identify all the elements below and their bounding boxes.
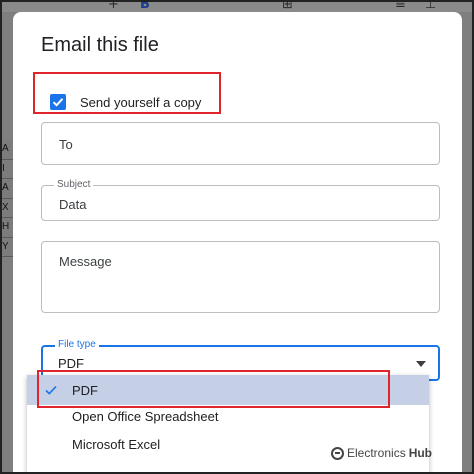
toolbar-valign-icon: ⊥ xyxy=(425,0,437,12)
row-header: A xyxy=(0,179,14,199)
message-field[interactable]: Message xyxy=(41,241,440,313)
file-type-value: PDF xyxy=(58,356,84,371)
to-placeholder: To xyxy=(59,137,73,152)
toolbar-align-icon: ≡ xyxy=(395,0,406,12)
sheet-toolbar: + B ⊞ ≡ ⊥ xyxy=(0,0,474,12)
toolbar-bold-icon: B xyxy=(140,0,150,12)
watermark-suffix: Hub xyxy=(408,446,433,460)
menu-item-label: Microsoft Excel xyxy=(72,437,161,452)
row-header: I xyxy=(0,159,14,179)
dialog-title: Email this file xyxy=(41,34,159,56)
row-header: Y xyxy=(0,237,14,257)
row-header: X xyxy=(0,198,14,218)
watermark-brand: Electronics xyxy=(347,446,406,460)
subject-label: Subject xyxy=(54,179,94,191)
toolbar-borders-icon: ⊞ xyxy=(282,0,293,12)
electronics-hub-logo-icon xyxy=(331,446,344,460)
watermark: Electronics Hub xyxy=(331,446,432,460)
subject-field[interactable]: Subject Data xyxy=(41,179,440,221)
row-header: H xyxy=(0,218,14,238)
message-placeholder: Message xyxy=(59,254,112,269)
subject-value: Data xyxy=(59,197,87,212)
to-field[interactable]: To xyxy=(41,122,440,165)
toolbar-plus-icon: + xyxy=(108,0,119,12)
highlight-pdf-option xyxy=(37,370,390,408)
menu-item-label: Open Office Spreadsheet xyxy=(72,409,219,424)
row-headers: A I A X H Y xyxy=(0,140,14,257)
row-header: A xyxy=(0,140,14,160)
highlight-send-copy xyxy=(33,72,221,114)
chevron-down-icon[interactable] xyxy=(416,361,426,367)
file-type-label: File type xyxy=(55,339,99,351)
